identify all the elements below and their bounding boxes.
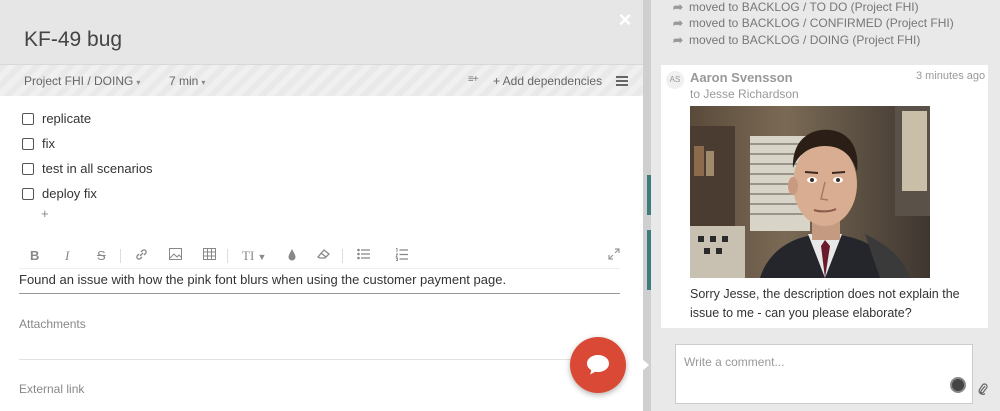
italic-button[interactable]: I	[65, 248, 69, 264]
panel-gap	[643, 0, 651, 411]
pointer-arrow	[641, 358, 649, 372]
avatar[interactable]: AS	[666, 71, 684, 89]
expand-icon[interactable]	[608, 248, 620, 263]
heading-label: TI	[242, 248, 255, 263]
chevron-down-icon: ▾	[201, 78, 206, 87]
checklist-item-label: test in all scenarios	[42, 161, 153, 176]
link-icon[interactable]	[135, 248, 148, 264]
eraser-icon[interactable]	[316, 248, 331, 263]
description-editor[interactable]: Found an issue with how the pink font bl…	[19, 268, 620, 294]
external-link-label: External link	[19, 382, 85, 396]
checklist-item-label: deploy fix	[42, 186, 97, 201]
section-divider	[19, 359, 620, 360]
activity-panel: ➦ moved to BACKLOG / TO DO (Project FHI) …	[651, 0, 1000, 411]
comment-recipient: to Jesse Richardson	[690, 87, 799, 101]
bullet-list-icon[interactable]	[357, 248, 370, 263]
toolbar-divider	[227, 249, 228, 263]
checklist: replicate fix test in all scenarios depl…	[22, 106, 153, 206]
history-item-text: moved to BACKLOG / CONFIRMED (Project FH…	[689, 16, 954, 30]
list-add-icon[interactable]: ≡+	[468, 74, 479, 85]
project-status-label: Project FHI / DOING	[24, 74, 134, 88]
share-arrow-icon: ➦	[673, 16, 684, 30]
time-estimate-dropdown[interactable]: 7 min ▾	[169, 74, 205, 88]
comment-time: 3 minutes ago	[916, 70, 986, 82]
attachments-label: Attachments	[19, 317, 86, 331]
project-status-dropdown[interactable]: Project FHI / DOING ▾	[24, 74, 140, 88]
heading-dropdown[interactable]: TI ▼	[242, 248, 266, 264]
table-icon[interactable]	[203, 248, 216, 263]
paperclip-icon[interactable]	[978, 382, 988, 399]
toolbar-divider	[342, 249, 343, 263]
chat-button[interactable]	[570, 337, 626, 393]
image-icon[interactable]	[169, 248, 182, 263]
close-icon[interactable]: ×	[615, 9, 635, 31]
history-item-text: moved to BACKLOG / DOING (Project FHI)	[689, 33, 921, 47]
checkbox[interactable]	[22, 187, 34, 200]
task-meta-bar: Project FHI / DOING ▾ 7 min ▾ ≡+ + Add dep…	[0, 64, 643, 96]
numbered-list-icon[interactable]	[395, 248, 408, 264]
checklist-item-label: replicate	[42, 111, 92, 126]
checklist-item-label: fix	[42, 136, 55, 151]
comment-author[interactable]: Aaron Svensson	[690, 70, 793, 85]
task-panel: × KF-49 bug Project FHI / DOING ▾ 7 min ▾ …	[0, 0, 643, 411]
checklist-item[interactable]: fix	[22, 131, 153, 156]
comment-image[interactable]	[690, 106, 930, 278]
comment-card: AS Aaron Svensson 3 minutes ago to Jesse…	[661, 65, 988, 328]
history-item: ➦ moved to BACKLOG / TO DO (Project FHI)	[673, 0, 919, 14]
task-header: × KF-49 bug Project FHI / DOING ▾ 7 min ▾ …	[0, 0, 643, 96]
comment-text: Sorry Jesse, the description does not ex…	[690, 287, 960, 320]
add-dependencies-button[interactable]: + Add dependencies	[493, 74, 602, 88]
history-item: ➦ moved to BACKLOG / DOING (Project FHI)	[673, 33, 920, 47]
speech-bubble-icon	[587, 355, 609, 375]
share-arrow-icon: ➦	[673, 0, 684, 14]
checkbox[interactable]	[22, 162, 34, 175]
strikethrough-button[interactable]: S	[97, 248, 106, 263]
editor-toolbar: B I S TI ▼	[20, 245, 623, 267]
grammarly-icon[interactable]	[950, 377, 966, 393]
checklist-item[interactable]: deploy fix	[22, 181, 153, 206]
task-title[interactable]: KF-49 bug	[24, 28, 122, 52]
checklist-item[interactable]: test in all scenarios	[22, 156, 153, 181]
chevron-down-icon: ▾	[136, 78, 141, 87]
share-arrow-icon: ➦	[673, 33, 684, 47]
toolbar-divider	[120, 249, 121, 263]
menu-icon[interactable]	[616, 76, 628, 86]
checkbox[interactable]	[22, 112, 34, 125]
history-item: ➦ moved to BACKLOG / CONFIRMED (Project F…	[673, 16, 954, 30]
bold-button[interactable]: B	[30, 248, 39, 263]
history-item-text: moved to BACKLOG / TO DO (Project FHI)	[689, 0, 919, 14]
add-checklist-item-button[interactable]: +	[41, 206, 49, 221]
checkbox[interactable]	[22, 137, 34, 150]
checklist-item[interactable]: replicate	[22, 106, 153, 131]
comment-input[interactable]	[676, 345, 972, 403]
time-estimate-label: 7 min	[169, 74, 199, 88]
drop-icon[interactable]	[287, 248, 297, 264]
caret-down-icon: ▼	[257, 252, 267, 262]
comment-input-box[interactable]	[675, 344, 973, 404]
